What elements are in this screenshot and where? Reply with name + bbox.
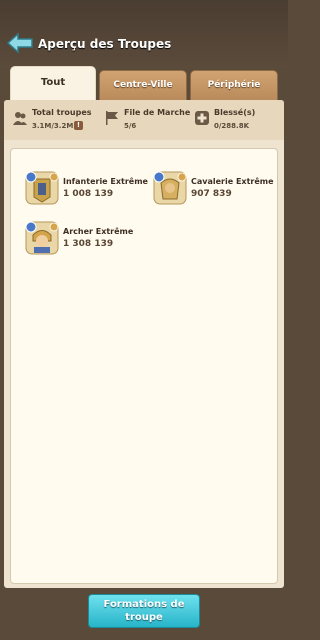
archer-icon — [25, 221, 59, 255]
content-panel: Total troupes 3.1M/3.2M ! File de Marche… — [4, 100, 284, 588]
header-bar: Aperçu des Troupes — [0, 0, 288, 68]
infantry-icon — [25, 171, 59, 205]
flag-icon — [106, 111, 118, 125]
button-label-line2: troupe — [125, 612, 163, 623]
warning-icon[interactable]: ! — [74, 121, 83, 130]
total-troops-label: Total troupes — [32, 108, 92, 117]
march-queue-label: File de Marche — [124, 108, 191, 117]
troop-item-infantry[interactable]: Infanterie Extrême 1 008 139 — [25, 171, 155, 211]
footer-bar: Formations de troupe — [0, 588, 288, 640]
stat-march-queue: File de Marche 5/6 — [104, 106, 194, 136]
troop-name: Archer Extrême — [63, 227, 134, 236]
troop-formations-button[interactable]: Formations de troupe — [88, 594, 200, 628]
page-title: Aperçu des Troupes — [38, 37, 172, 51]
wounded-value: 0/288.8K — [214, 122, 249, 130]
button-label-line1: Formations de — [103, 599, 185, 610]
march-queue-value: 5/6 — [124, 122, 137, 130]
troop-list: Infanterie Extrême 1 008 139 Cavalerie E… — [10, 148, 278, 584]
tab-tout[interactable]: Tout — [10, 66, 96, 100]
tab-centre-ville[interactable]: Centre-Ville — [99, 70, 187, 100]
troop-name: Infanterie Extrême — [63, 177, 148, 186]
back-arrow-icon[interactable] — [6, 32, 34, 54]
troop-name: Cavalerie Extrême — [191, 177, 274, 186]
tab-peripherie[interactable]: Périphérie — [190, 70, 278, 100]
cavalry-icon — [153, 171, 187, 205]
tab-bar: Tout Centre-Ville Périphérie — [0, 64, 288, 100]
wounded-label: Blessé(s) — [214, 108, 256, 117]
troop-count: 1 308 139 — [63, 239, 114, 249]
stats-bar: Total troupes 3.1M/3.2M ! File de Marche… — [4, 100, 284, 140]
stat-wounded: Blessé(s) 0/288.8K — [194, 106, 280, 136]
stat-total-troops: Total troupes 3.1M/3.2M ! — [12, 106, 102, 136]
troop-count: 1 008 139 — [63, 189, 114, 199]
troop-item-cavalry[interactable]: Cavalerie Extrême 907 839 — [153, 171, 283, 211]
troop-item-archer[interactable]: Archer Extrême 1 308 139 — [25, 221, 155, 261]
medic-icon — [195, 111, 209, 125]
total-troops-value: 3.1M/3.2M — [32, 122, 74, 130]
troop-count: 907 839 — [191, 189, 232, 199]
troops-icon — [13, 112, 27, 125]
